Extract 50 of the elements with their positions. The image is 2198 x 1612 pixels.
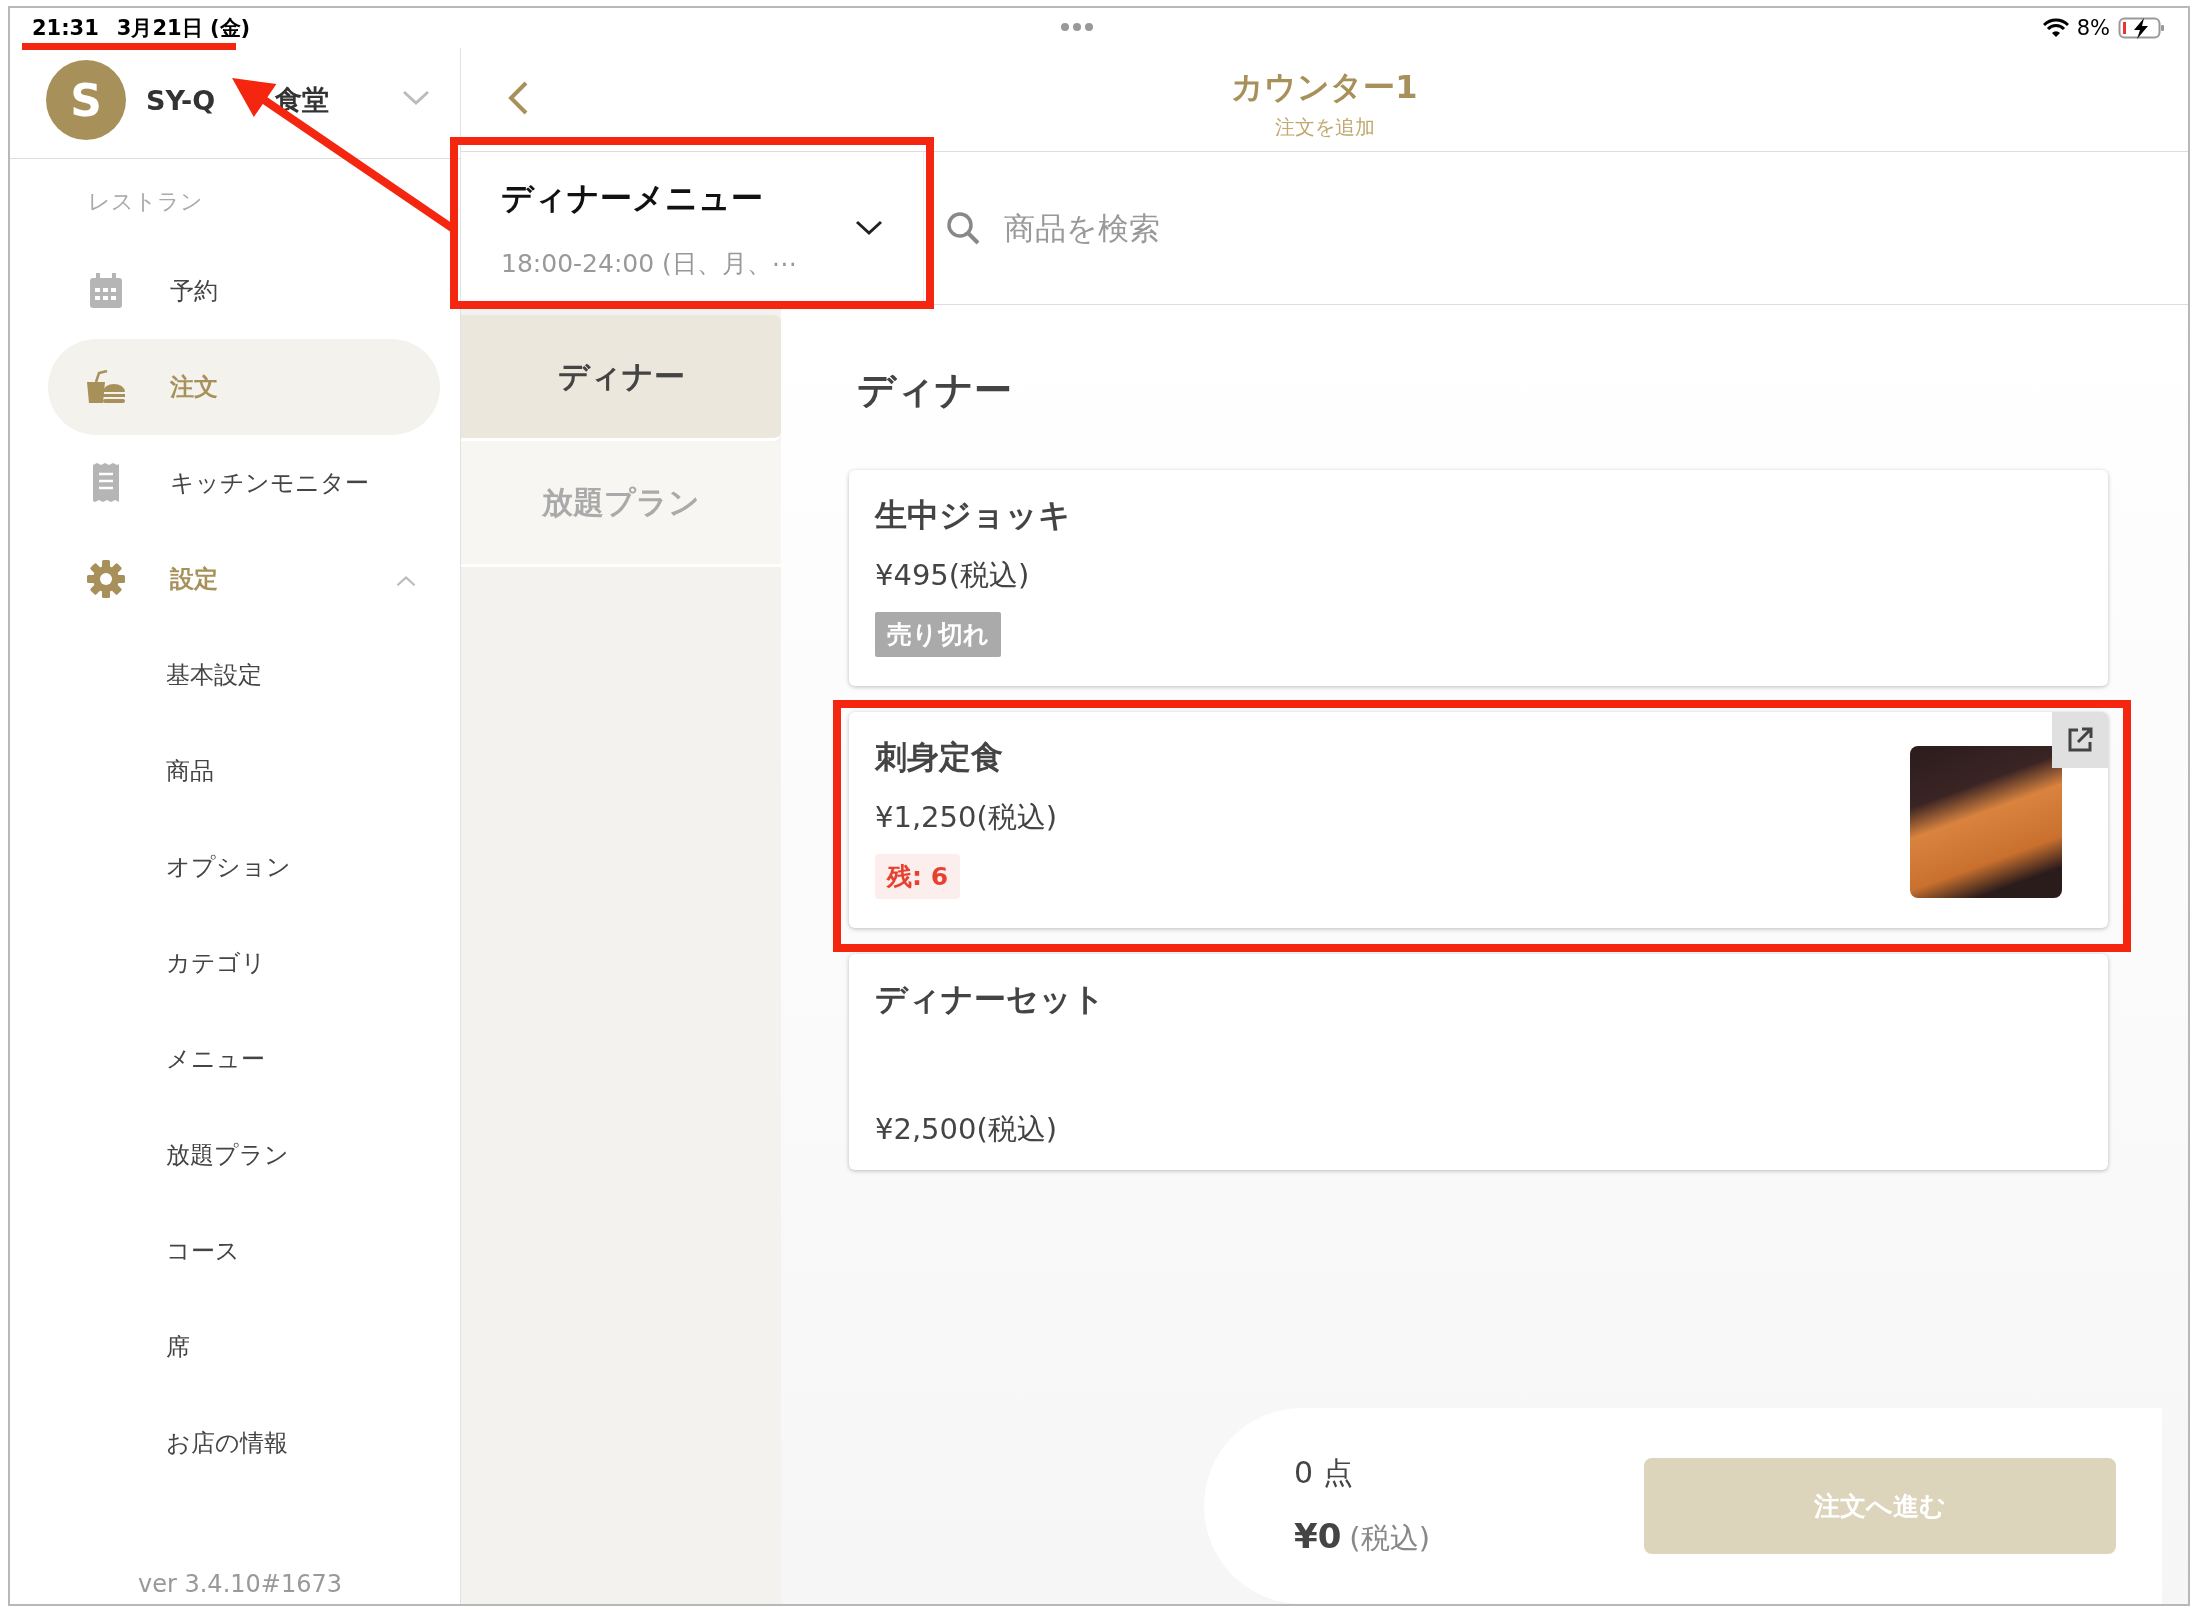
- settings-icon: [86, 559, 126, 599]
- sidebar-item[interactable]: キッチンモニター: [48, 435, 440, 531]
- total-price: ¥0: [1294, 1516, 1342, 1556]
- product-card[interactable]: ディナーセット ¥2,500(税込): [849, 954, 2108, 1170]
- receipt-icon: [91, 463, 121, 503]
- calendar-icon: [88, 272, 124, 310]
- stock-tag: 残: 6: [875, 854, 961, 899]
- battery-percent: 8%: [2076, 16, 2110, 40]
- sold-out-tag: 売り切れ: [875, 612, 1001, 657]
- tax-note: (税込): [1349, 1520, 1430, 1557]
- version-label: ver 3.4.10#1673: [137, 1570, 343, 1600]
- chevron-down-icon: [402, 90, 430, 106]
- sidebar-item[interactable]: 予約: [48, 243, 440, 339]
- product-name: ディナーセット: [875, 979, 1106, 1020]
- more-dots-icon: [1060, 22, 1094, 32]
- external-link-icon: [2066, 726, 2094, 754]
- search-icon: [946, 211, 980, 245]
- sidebar-subitem[interactable]: コース: [10, 1203, 460, 1299]
- section-label: レストラン: [87, 188, 204, 216]
- sidebar-subitem[interactable]: メニュー: [10, 1011, 460, 1107]
- sidebar-subitem[interactable]: 商品: [10, 723, 460, 819]
- page-title: カウンター1: [1231, 67, 1418, 108]
- product-name: 生中ジョッキ: [875, 495, 1072, 536]
- product-price: ¥2,500(税込): [875, 1111, 1059, 1148]
- sidebar-subitem[interactable]: お店の情報: [10, 1395, 460, 1491]
- product-price: ¥1,250(税込): [875, 799, 1059, 836]
- section-heading: ディナー: [857, 367, 1013, 414]
- product-card[interactable]: 生中ジョッキ ¥495(税込) 売り切れ: [849, 470, 2108, 686]
- category-tab[interactable]: ディナー: [461, 315, 781, 441]
- status-date: 3月21日 (金): [116, 15, 251, 42]
- battery-charging-icon: [2118, 16, 2166, 40]
- product-card[interactable]: 刺身定食 ¥1,250(税込) 残: 6: [849, 712, 2108, 928]
- store-name: SY-Q: [146, 84, 216, 116]
- wifi-icon: [2042, 18, 2069, 38]
- sidebar-subitem[interactable]: カテゴリ: [10, 915, 460, 1011]
- chevron-up-icon: [396, 575, 416, 587]
- product-price: ¥495(税込): [875, 557, 1031, 594]
- store-avatar: S: [46, 60, 126, 140]
- drink-and-burger-icon: [85, 370, 127, 404]
- sidebar-subitem[interactable]: 放題プラン: [10, 1107, 460, 1203]
- search-field[interactable]: 商品を検索: [1002, 209, 1606, 247]
- chevron-down-icon: [855, 220, 883, 236]
- sidebar-subitem[interactable]: 基本設定: [10, 627, 460, 723]
- product-name: 刺身定食: [875, 737, 1004, 778]
- status-time: 21:31: [32, 16, 99, 40]
- sidebar-subitem[interactable]: オプション: [10, 819, 460, 915]
- open-external-button[interactable]: [2052, 712, 2108, 768]
- page-subtitle: 注文を追加: [1274, 114, 1375, 141]
- sidebar-subitem[interactable]: 席: [10, 1299, 460, 1395]
- item-count: 0 点: [1294, 1454, 1354, 1492]
